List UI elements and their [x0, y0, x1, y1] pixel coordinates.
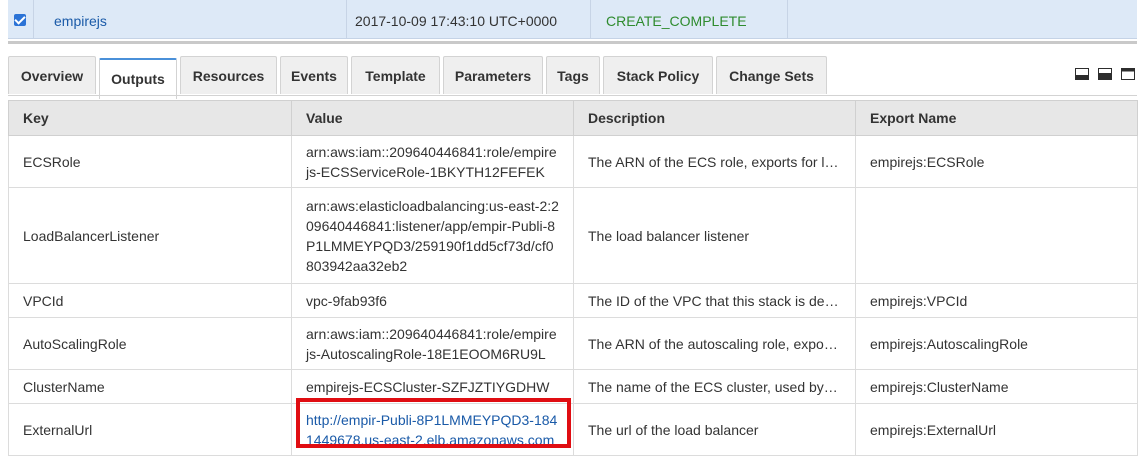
layout-bottom-icon[interactable] — [1075, 68, 1089, 80]
stack-created-time: 2017-10-09 17:43:10 UTC+0000 — [355, 13, 557, 29]
tab-tags[interactable]: Tags — [546, 56, 600, 94]
external-url-link[interactable]: http://empir-Publi-8P1LMMEYPQD3-18414496… — [306, 412, 557, 448]
table-row[interactable]: VPCId vpc-9fab93f6 The ID of the VPC tha… — [8, 283, 1138, 318]
stack-status-cell: CREATE_COMPLETE — [591, 0, 788, 38]
tab-events[interactable]: Events — [280, 56, 348, 94]
output-export-name — [855, 187, 1138, 284]
output-value: arn:aws:iam::209640446841:role/empirejs-… — [291, 135, 574, 188]
column-header-description[interactable]: Description — [573, 100, 856, 136]
table-row[interactable]: ClusterName empirejs-ECSCluster-SZFJZTIY… — [8, 369, 1138, 404]
output-key: ClusterName — [8, 369, 292, 404]
tab-outputs[interactable]: Outputs — [99, 58, 177, 99]
panel-resize-divider[interactable] — [8, 41, 1137, 44]
output-export-name: empirejs:ClusterName — [855, 369, 1138, 404]
output-export-name: empirejs:ExternalUrl — [855, 403, 1138, 456]
layout-top-icon[interactable] — [1121, 68, 1135, 80]
stack-created-cell: 2017-10-09 17:43:10 UTC+0000 — [347, 0, 591, 38]
output-key: LoadBalancerListener — [8, 187, 292, 284]
stack-description-cell — [788, 0, 1137, 38]
output-key: AutoScalingRole — [8, 317, 292, 370]
output-value: arn:aws:iam::209640446841:role/empirejs-… — [291, 317, 574, 370]
stack-row[interactable]: empirejs 2017-10-09 17:43:10 UTC+0000 CR… — [8, 0, 1137, 39]
tab-parameters[interactable]: Parameters — [443, 56, 543, 94]
output-description: The ARN of the ECS role, exports for la.… — [573, 135, 856, 188]
table-row[interactable]: ECSRole arn:aws:iam::209640446841:role/e… — [8, 135, 1138, 188]
tab-change-sets[interactable]: Change Sets — [716, 56, 827, 94]
stack-status: CREATE_COMPLETE — [606, 13, 747, 29]
table-header-row: Key Value Description Export Name — [8, 100, 1138, 136]
stack-name-cell[interactable]: empirejs — [34, 0, 347, 38]
stack-checkbox-cell[interactable] — [8, 0, 34, 38]
tab-stack-policy[interactable]: Stack Policy — [603, 56, 713, 94]
table-row[interactable]: ExternalUrl http://empir-Publi-8P1LMMEYP… — [8, 403, 1138, 456]
stack-name[interactable]: empirejs — [54, 13, 107, 29]
output-export-name: empirejs:ECSRole — [855, 135, 1138, 188]
tab-baseline — [8, 95, 1137, 96]
output-value: vpc-9fab93f6 — [291, 283, 574, 318]
tab-resources[interactable]: Resources — [180, 56, 277, 94]
table-row[interactable]: LoadBalancerListener arn:aws:elasticload… — [8, 187, 1138, 284]
column-header-export-name[interactable]: Export Name — [855, 100, 1138, 136]
output-description: The name of the ECS cluster, used by t..… — [573, 369, 856, 404]
output-description: The url of the load balancer — [573, 403, 856, 456]
output-value-cell: http://empir-Publi-8P1LMMEYPQD3-18414496… — [291, 403, 574, 456]
column-header-key[interactable]: Key — [8, 100, 292, 136]
column-header-value[interactable]: Value — [291, 100, 574, 136]
output-value: arn:aws:elasticloadbalancing:us-east-2:2… — [291, 187, 574, 284]
output-description: The ID of the VPC that this stack is dep… — [573, 283, 856, 318]
output-description: The ARN of the autoscaling role, export.… — [573, 317, 856, 370]
output-export-name: empirejs:VPCId — [855, 283, 1138, 318]
tab-overview[interactable]: Overview — [8, 56, 96, 94]
layout-half-icon[interactable] — [1098, 68, 1112, 80]
outputs-table: Key Value Description Export Name ECSRol… — [8, 100, 1138, 456]
output-key: ECSRole — [8, 135, 292, 188]
output-description: The load balancer listener — [573, 187, 856, 284]
checkbox-checked-icon[interactable] — [14, 14, 26, 26]
output-export-name: empirejs:AutoscalingRole — [855, 317, 1138, 370]
table-row[interactable]: AutoScalingRole arn:aws:iam::20964044684… — [8, 317, 1138, 370]
tab-template[interactable]: Template — [351, 56, 440, 94]
output-key: VPCId — [8, 283, 292, 318]
output-key: ExternalUrl — [8, 403, 292, 456]
output-value: empirejs-ECSCluster-SZFJZTIYGDHW — [291, 369, 574, 404]
